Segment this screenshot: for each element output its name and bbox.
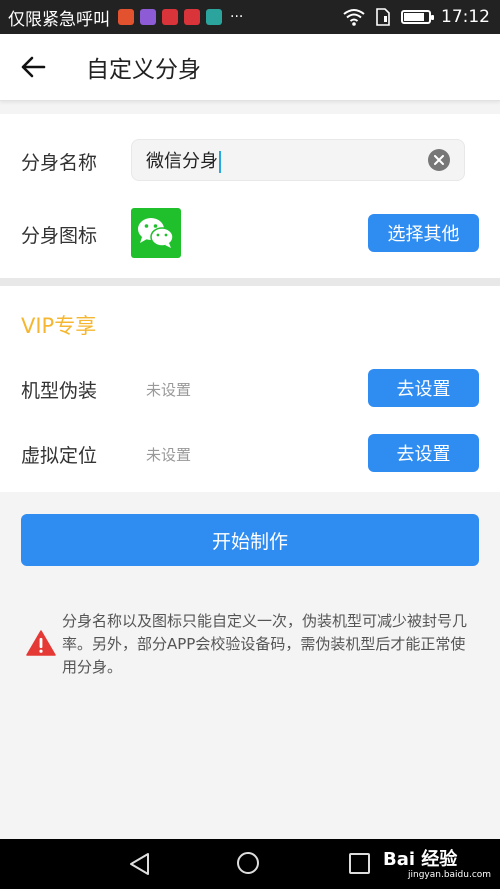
clone-name-label: 分身名称 xyxy=(21,152,98,174)
arrow-left-icon xyxy=(21,56,46,78)
virtual-location-set-button[interactable]: 去设置 xyxy=(368,434,479,472)
notification-icons xyxy=(118,9,222,25)
watermark-logo: Bai 经验 xyxy=(383,849,458,870)
status-bar: 仅限紧急呼叫 ··· 17:12 xyxy=(0,0,500,34)
battery-level xyxy=(404,13,425,21)
start-create-button[interactable]: 开始制作 xyxy=(21,514,479,566)
watermark-url: jingyan.baidu.com xyxy=(408,870,492,880)
choose-other-icon-button[interactable]: 选择其他 xyxy=(368,214,479,252)
clock: 17:12 xyxy=(441,7,490,27)
notif-app-4-icon xyxy=(184,9,200,25)
device-disguise-label: 机型伪装 xyxy=(21,380,98,402)
clone-name-value: 微信分身 xyxy=(146,147,221,173)
clone-name-input[interactable]: 微信分身 xyxy=(131,139,465,181)
navigation-bar: Bai 经验 jingyan.baidu.com xyxy=(0,839,500,889)
virtual-location-status: 未设置 xyxy=(146,446,192,464)
warning-icon xyxy=(26,630,56,656)
virtual-location-label: 虚拟定位 xyxy=(21,445,98,467)
battery-icon xyxy=(401,10,434,24)
nav-recent-apps-icon[interactable] xyxy=(349,853,370,874)
clone-settings-section: 分身名称 微信分身 分身图标 选择其他 xyxy=(0,114,500,278)
sim-icon xyxy=(376,8,390,26)
device-disguise-set-button[interactable]: 去设置 xyxy=(368,369,479,407)
clone-icon-label: 分身图标 xyxy=(21,225,98,247)
nav-home-icon[interactable] xyxy=(237,852,259,874)
notif-app-2-icon xyxy=(140,9,156,25)
carrier-text: 仅限紧急呼叫 xyxy=(8,9,110,30)
section-divider xyxy=(0,278,500,286)
clear-button[interactable] xyxy=(428,149,450,171)
vip-title: VIP专享 xyxy=(21,314,97,338)
wechat-icon xyxy=(131,208,181,258)
app-header: 自定义分身 xyxy=(0,34,500,101)
notif-app-3-icon xyxy=(162,9,178,25)
notif-app-1-icon xyxy=(118,9,134,25)
nav-back-icon[interactable] xyxy=(128,852,150,876)
notice-text: 分身名称以及图标只能自定义一次，伪装机型可减少被封号几率。另外，部分APP会校验… xyxy=(62,612,468,676)
page-title: 自定义分身 xyxy=(86,57,201,83)
vip-section: VIP专享 机型伪装 未设置 去设置 虚拟定位 未设置 去设置 xyxy=(0,286,500,492)
back-button[interactable] xyxy=(0,34,66,100)
device-disguise-status: 未设置 xyxy=(146,381,192,399)
notif-app-5-icon xyxy=(206,9,222,25)
text-caret xyxy=(219,151,221,173)
wifi-icon xyxy=(343,9,365,26)
more-notifications-icon: ··· xyxy=(230,9,244,25)
clear-icon xyxy=(434,155,444,165)
